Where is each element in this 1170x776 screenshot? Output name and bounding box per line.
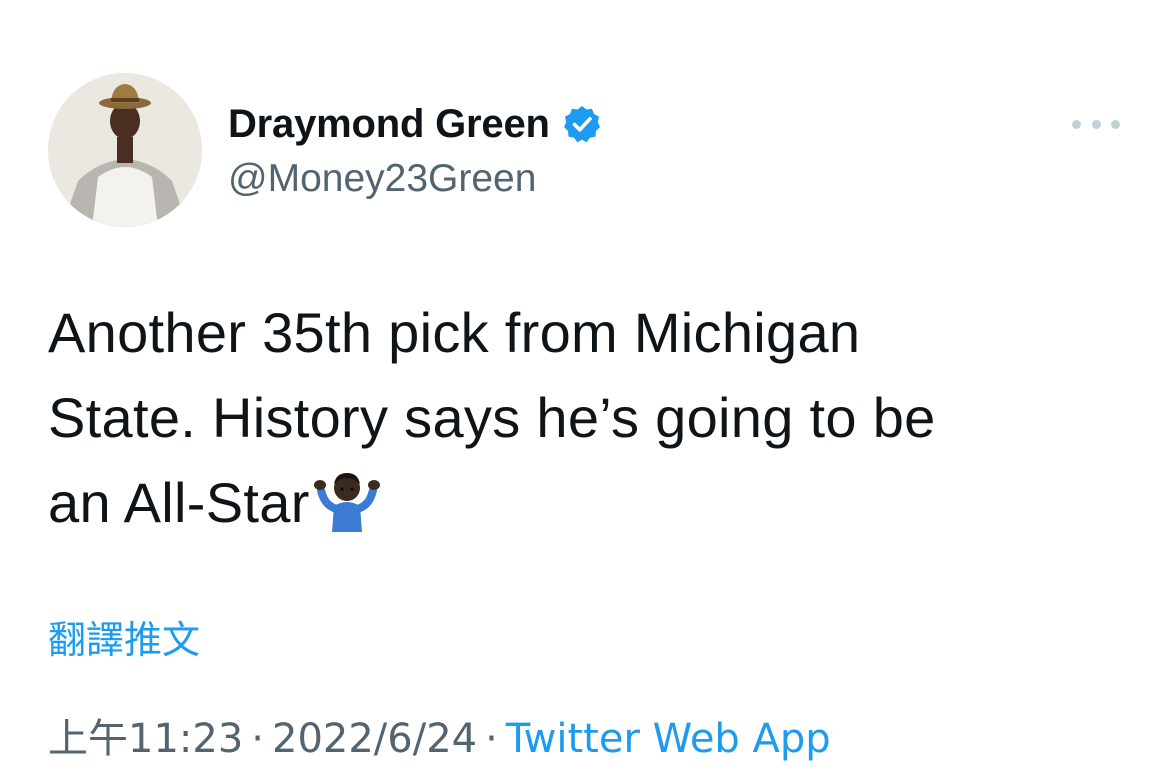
verified-badge-icon xyxy=(563,106,600,143)
more-dot xyxy=(1091,119,1101,129)
tweet-card: Draymond Green @Money23Green Another 35t… xyxy=(0,0,1170,776)
author-name-row: Draymond Green xyxy=(228,100,602,148)
author-handle[interactable]: @Money23Green xyxy=(228,156,536,202)
tweet-meta: 上午11:23 · 2022/6/24 · Twitter Web App xyxy=(48,712,831,766)
meta-separator: · xyxy=(251,716,264,762)
tweet-time[interactable]: 上午11:23 xyxy=(48,716,243,762)
avatar[interactable] xyxy=(48,73,202,227)
tweet-body: Another 35th pick from Michigan State. H… xyxy=(48,301,936,534)
more-options-icon[interactable] xyxy=(1072,110,1120,138)
more-dot xyxy=(1072,119,1081,129)
tweet-text: Another 35th pick from Michigan State. H… xyxy=(48,290,1118,555)
tweet-source-link[interactable]: Twitter Web App xyxy=(506,716,831,762)
shrug-emoji-icon xyxy=(313,468,380,555)
tweet-date[interactable]: 2022/6/24 xyxy=(272,716,477,762)
avatar-image xyxy=(48,73,202,227)
display-name[interactable]: Draymond Green xyxy=(228,100,550,148)
meta-separator: · xyxy=(485,716,498,762)
translate-tweet-link[interactable]: 翻譯推文 xyxy=(48,616,200,664)
more-dot xyxy=(1111,119,1120,129)
